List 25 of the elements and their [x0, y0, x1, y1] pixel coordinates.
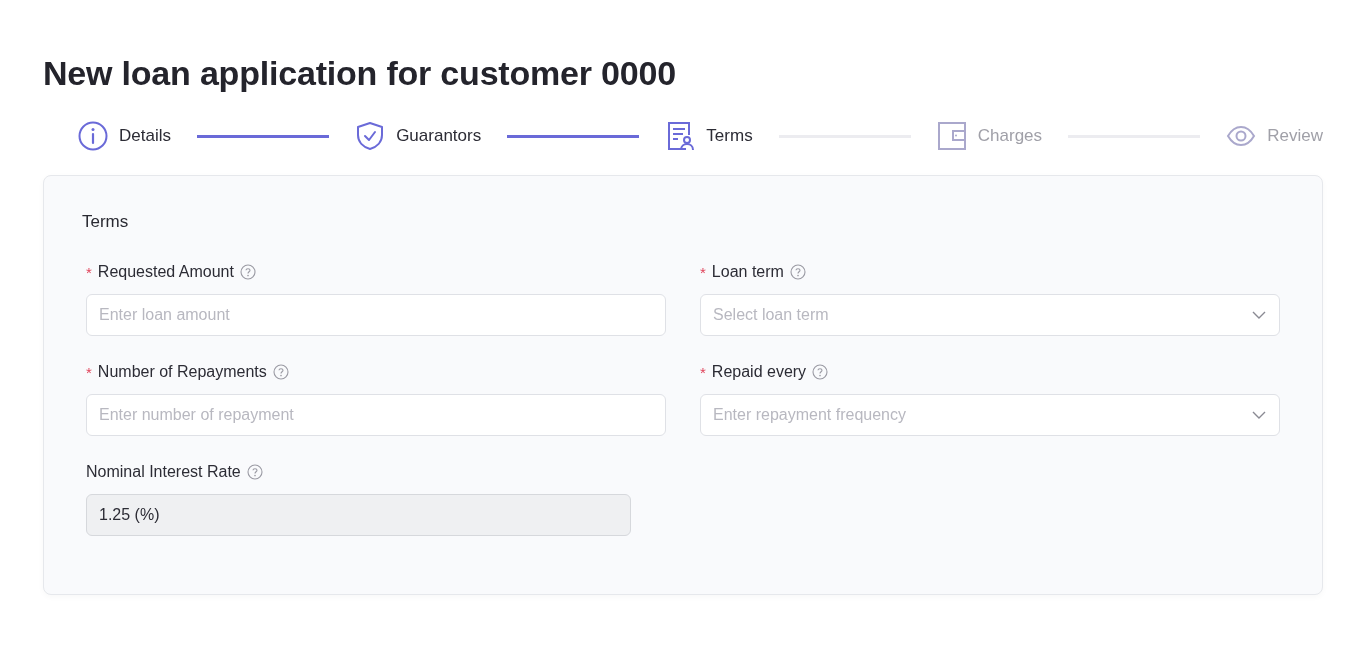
- help-icon: [789, 264, 806, 280]
- required-asterisk: *: [700, 263, 706, 281]
- document-person-icon: [665, 121, 696, 151]
- help-icon: [239, 264, 256, 280]
- input-field[interactable]: Enter number of repayment: [86, 394, 666, 436]
- wallet-icon: [936, 121, 967, 151]
- field-label: Loan term: [711, 263, 784, 281]
- section-title: Terms: [82, 212, 130, 232]
- step-tab[interactable]: Details: [78, 121, 171, 151]
- help-icon: [812, 364, 829, 380]
- field-label: Requested Amount: [97, 263, 234, 281]
- field-label: Repaid every: [711, 363, 807, 381]
- field-label: Number of Repayments: [97, 363, 267, 381]
- required-asterisk: *: [86, 263, 92, 281]
- help-icon: [246, 464, 263, 480]
- field-label: Nominal Interest Rate: [86, 463, 241, 481]
- step-tab[interactable]: Guarantors: [355, 121, 482, 151]
- help-icon: [272, 364, 289, 380]
- step-tab[interactable]: Terms: [665, 121, 753, 151]
- info-icon: [78, 121, 108, 151]
- shield-check-icon: [355, 121, 386, 151]
- input-field[interactable]: Enter loan amount: [86, 294, 666, 336]
- page-title: New loan application for customer 0000: [43, 53, 677, 94]
- required-asterisk: *: [700, 363, 706, 381]
- required-asterisk: *: [86, 363, 92, 381]
